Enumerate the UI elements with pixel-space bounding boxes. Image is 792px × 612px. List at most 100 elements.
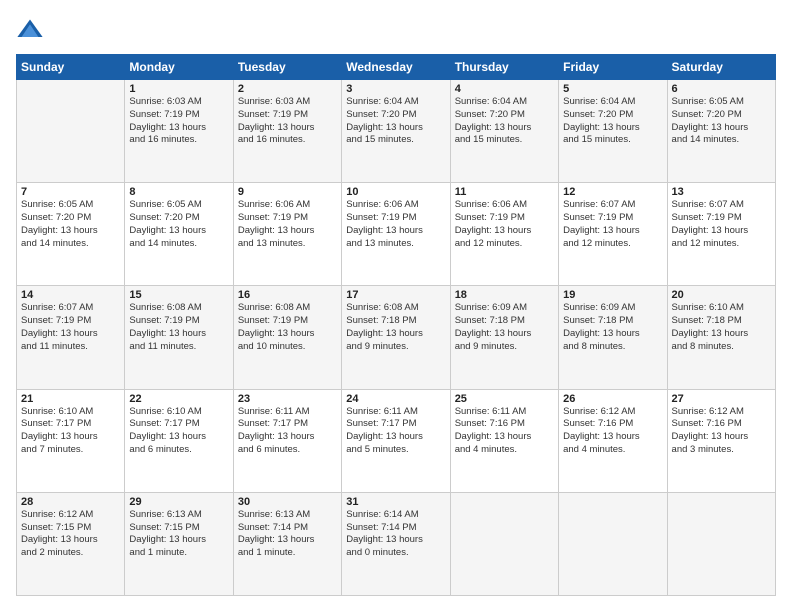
calendar-cell: 25Sunrise: 6:11 AMSunset: 7:16 PMDayligh…	[450, 389, 558, 492]
cell-content: Sunrise: 6:12 AMSunset: 7:15 PMDaylight:…	[21, 509, 120, 560]
calendar-day-header: Monday	[125, 55, 233, 80]
cell-content: Sunrise: 6:04 AMSunset: 7:20 PMDaylight:…	[563, 96, 662, 147]
day-number: 19	[563, 289, 662, 301]
calendar-cell: 16Sunrise: 6:08 AMSunset: 7:19 PMDayligh…	[233, 286, 341, 389]
day-number: 25	[455, 393, 554, 405]
calendar-cell: 23Sunrise: 6:11 AMSunset: 7:17 PMDayligh…	[233, 389, 341, 492]
calendar-cell: 27Sunrise: 6:12 AMSunset: 7:16 PMDayligh…	[667, 389, 775, 492]
day-number: 1	[129, 83, 228, 95]
day-number: 7	[21, 186, 120, 198]
cell-content: Sunrise: 6:04 AMSunset: 7:20 PMDaylight:…	[346, 96, 445, 147]
header	[16, 16, 776, 44]
cell-content: Sunrise: 6:07 AMSunset: 7:19 PMDaylight:…	[672, 199, 771, 250]
calendar-cell: 6Sunrise: 6:05 AMSunset: 7:20 PMDaylight…	[667, 80, 775, 183]
day-number: 14	[21, 289, 120, 301]
cell-content: Sunrise: 6:12 AMSunset: 7:16 PMDaylight:…	[672, 406, 771, 457]
day-number: 20	[672, 289, 771, 301]
day-number: 8	[129, 186, 228, 198]
calendar-cell: 26Sunrise: 6:12 AMSunset: 7:16 PMDayligh…	[559, 389, 667, 492]
calendar-header-row: SundayMondayTuesdayWednesdayThursdayFrid…	[17, 55, 776, 80]
cell-content: Sunrise: 6:04 AMSunset: 7:20 PMDaylight:…	[455, 96, 554, 147]
cell-content: Sunrise: 6:13 AMSunset: 7:14 PMDaylight:…	[238, 509, 337, 560]
day-number: 11	[455, 186, 554, 198]
calendar-cell: 2Sunrise: 6:03 AMSunset: 7:19 PMDaylight…	[233, 80, 341, 183]
day-number: 15	[129, 289, 228, 301]
calendar-week-row: 7Sunrise: 6:05 AMSunset: 7:20 PMDaylight…	[17, 183, 776, 286]
calendar-cell	[559, 492, 667, 595]
calendar-cell: 17Sunrise: 6:08 AMSunset: 7:18 PMDayligh…	[342, 286, 450, 389]
cell-content: Sunrise: 6:13 AMSunset: 7:15 PMDaylight:…	[129, 509, 228, 560]
day-number: 22	[129, 393, 228, 405]
day-number: 18	[455, 289, 554, 301]
cell-content: Sunrise: 6:05 AMSunset: 7:20 PMDaylight:…	[672, 96, 771, 147]
cell-content: Sunrise: 6:03 AMSunset: 7:19 PMDaylight:…	[129, 96, 228, 147]
day-number: 21	[21, 393, 120, 405]
cell-content: Sunrise: 6:10 AMSunset: 7:17 PMDaylight:…	[21, 406, 120, 457]
calendar-cell: 22Sunrise: 6:10 AMSunset: 7:17 PMDayligh…	[125, 389, 233, 492]
calendar-cell: 20Sunrise: 6:10 AMSunset: 7:18 PMDayligh…	[667, 286, 775, 389]
page: SundayMondayTuesdayWednesdayThursdayFrid…	[0, 0, 792, 612]
day-number: 17	[346, 289, 445, 301]
calendar-cell	[17, 80, 125, 183]
cell-content: Sunrise: 6:10 AMSunset: 7:18 PMDaylight:…	[672, 302, 771, 353]
calendar-cell: 4Sunrise: 6:04 AMSunset: 7:20 PMDaylight…	[450, 80, 558, 183]
calendar-day-header: Saturday	[667, 55, 775, 80]
day-number: 5	[563, 83, 662, 95]
calendar-cell: 1Sunrise: 6:03 AMSunset: 7:19 PMDaylight…	[125, 80, 233, 183]
calendar-cell: 14Sunrise: 6:07 AMSunset: 7:19 PMDayligh…	[17, 286, 125, 389]
calendar-cell	[667, 492, 775, 595]
calendar-cell: 18Sunrise: 6:09 AMSunset: 7:18 PMDayligh…	[450, 286, 558, 389]
day-number: 6	[672, 83, 771, 95]
cell-content: Sunrise: 6:03 AMSunset: 7:19 PMDaylight:…	[238, 96, 337, 147]
calendar-cell: 13Sunrise: 6:07 AMSunset: 7:19 PMDayligh…	[667, 183, 775, 286]
calendar-cell: 3Sunrise: 6:04 AMSunset: 7:20 PMDaylight…	[342, 80, 450, 183]
calendar-week-row: 28Sunrise: 6:12 AMSunset: 7:15 PMDayligh…	[17, 492, 776, 595]
calendar-cell: 19Sunrise: 6:09 AMSunset: 7:18 PMDayligh…	[559, 286, 667, 389]
day-number: 27	[672, 393, 771, 405]
cell-content: Sunrise: 6:06 AMSunset: 7:19 PMDaylight:…	[238, 199, 337, 250]
cell-content: Sunrise: 6:05 AMSunset: 7:20 PMDaylight:…	[21, 199, 120, 250]
calendar-cell: 5Sunrise: 6:04 AMSunset: 7:20 PMDaylight…	[559, 80, 667, 183]
calendar-cell: 10Sunrise: 6:06 AMSunset: 7:19 PMDayligh…	[342, 183, 450, 286]
calendar-cell: 28Sunrise: 6:12 AMSunset: 7:15 PMDayligh…	[17, 492, 125, 595]
cell-content: Sunrise: 6:05 AMSunset: 7:20 PMDaylight:…	[129, 199, 228, 250]
cell-content: Sunrise: 6:08 AMSunset: 7:19 PMDaylight:…	[238, 302, 337, 353]
calendar-cell: 29Sunrise: 6:13 AMSunset: 7:15 PMDayligh…	[125, 492, 233, 595]
day-number: 2	[238, 83, 337, 95]
calendar-day-header: Wednesday	[342, 55, 450, 80]
calendar-week-row: 1Sunrise: 6:03 AMSunset: 7:19 PMDaylight…	[17, 80, 776, 183]
cell-content: Sunrise: 6:09 AMSunset: 7:18 PMDaylight:…	[455, 302, 554, 353]
calendar-week-row: 21Sunrise: 6:10 AMSunset: 7:17 PMDayligh…	[17, 389, 776, 492]
calendar-cell: 9Sunrise: 6:06 AMSunset: 7:19 PMDaylight…	[233, 183, 341, 286]
calendar-cell: 24Sunrise: 6:11 AMSunset: 7:17 PMDayligh…	[342, 389, 450, 492]
cell-content: Sunrise: 6:07 AMSunset: 7:19 PMDaylight:…	[21, 302, 120, 353]
cell-content: Sunrise: 6:09 AMSunset: 7:18 PMDaylight:…	[563, 302, 662, 353]
calendar-table: SundayMondayTuesdayWednesdayThursdayFrid…	[16, 54, 776, 596]
day-number: 13	[672, 186, 771, 198]
calendar-cell: 31Sunrise: 6:14 AMSunset: 7:14 PMDayligh…	[342, 492, 450, 595]
day-number: 28	[21, 496, 120, 508]
calendar-day-header: Tuesday	[233, 55, 341, 80]
day-number: 29	[129, 496, 228, 508]
day-number: 16	[238, 289, 337, 301]
calendar-cell	[450, 492, 558, 595]
day-number: 26	[563, 393, 662, 405]
calendar-day-header: Sunday	[17, 55, 125, 80]
calendar-day-header: Thursday	[450, 55, 558, 80]
day-number: 31	[346, 496, 445, 508]
calendar-cell: 11Sunrise: 6:06 AMSunset: 7:19 PMDayligh…	[450, 183, 558, 286]
day-number: 4	[455, 83, 554, 95]
cell-content: Sunrise: 6:11 AMSunset: 7:17 PMDaylight:…	[238, 406, 337, 457]
cell-content: Sunrise: 6:10 AMSunset: 7:17 PMDaylight:…	[129, 406, 228, 457]
calendar-week-row: 14Sunrise: 6:07 AMSunset: 7:19 PMDayligh…	[17, 286, 776, 389]
day-number: 10	[346, 186, 445, 198]
day-number: 3	[346, 83, 445, 95]
calendar-cell: 30Sunrise: 6:13 AMSunset: 7:14 PMDayligh…	[233, 492, 341, 595]
cell-content: Sunrise: 6:08 AMSunset: 7:19 PMDaylight:…	[129, 302, 228, 353]
logo	[16, 16, 48, 44]
cell-content: Sunrise: 6:11 AMSunset: 7:16 PMDaylight:…	[455, 406, 554, 457]
day-number: 9	[238, 186, 337, 198]
cell-content: Sunrise: 6:08 AMSunset: 7:18 PMDaylight:…	[346, 302, 445, 353]
calendar-cell: 21Sunrise: 6:10 AMSunset: 7:17 PMDayligh…	[17, 389, 125, 492]
cell-content: Sunrise: 6:06 AMSunset: 7:19 PMDaylight:…	[346, 199, 445, 250]
